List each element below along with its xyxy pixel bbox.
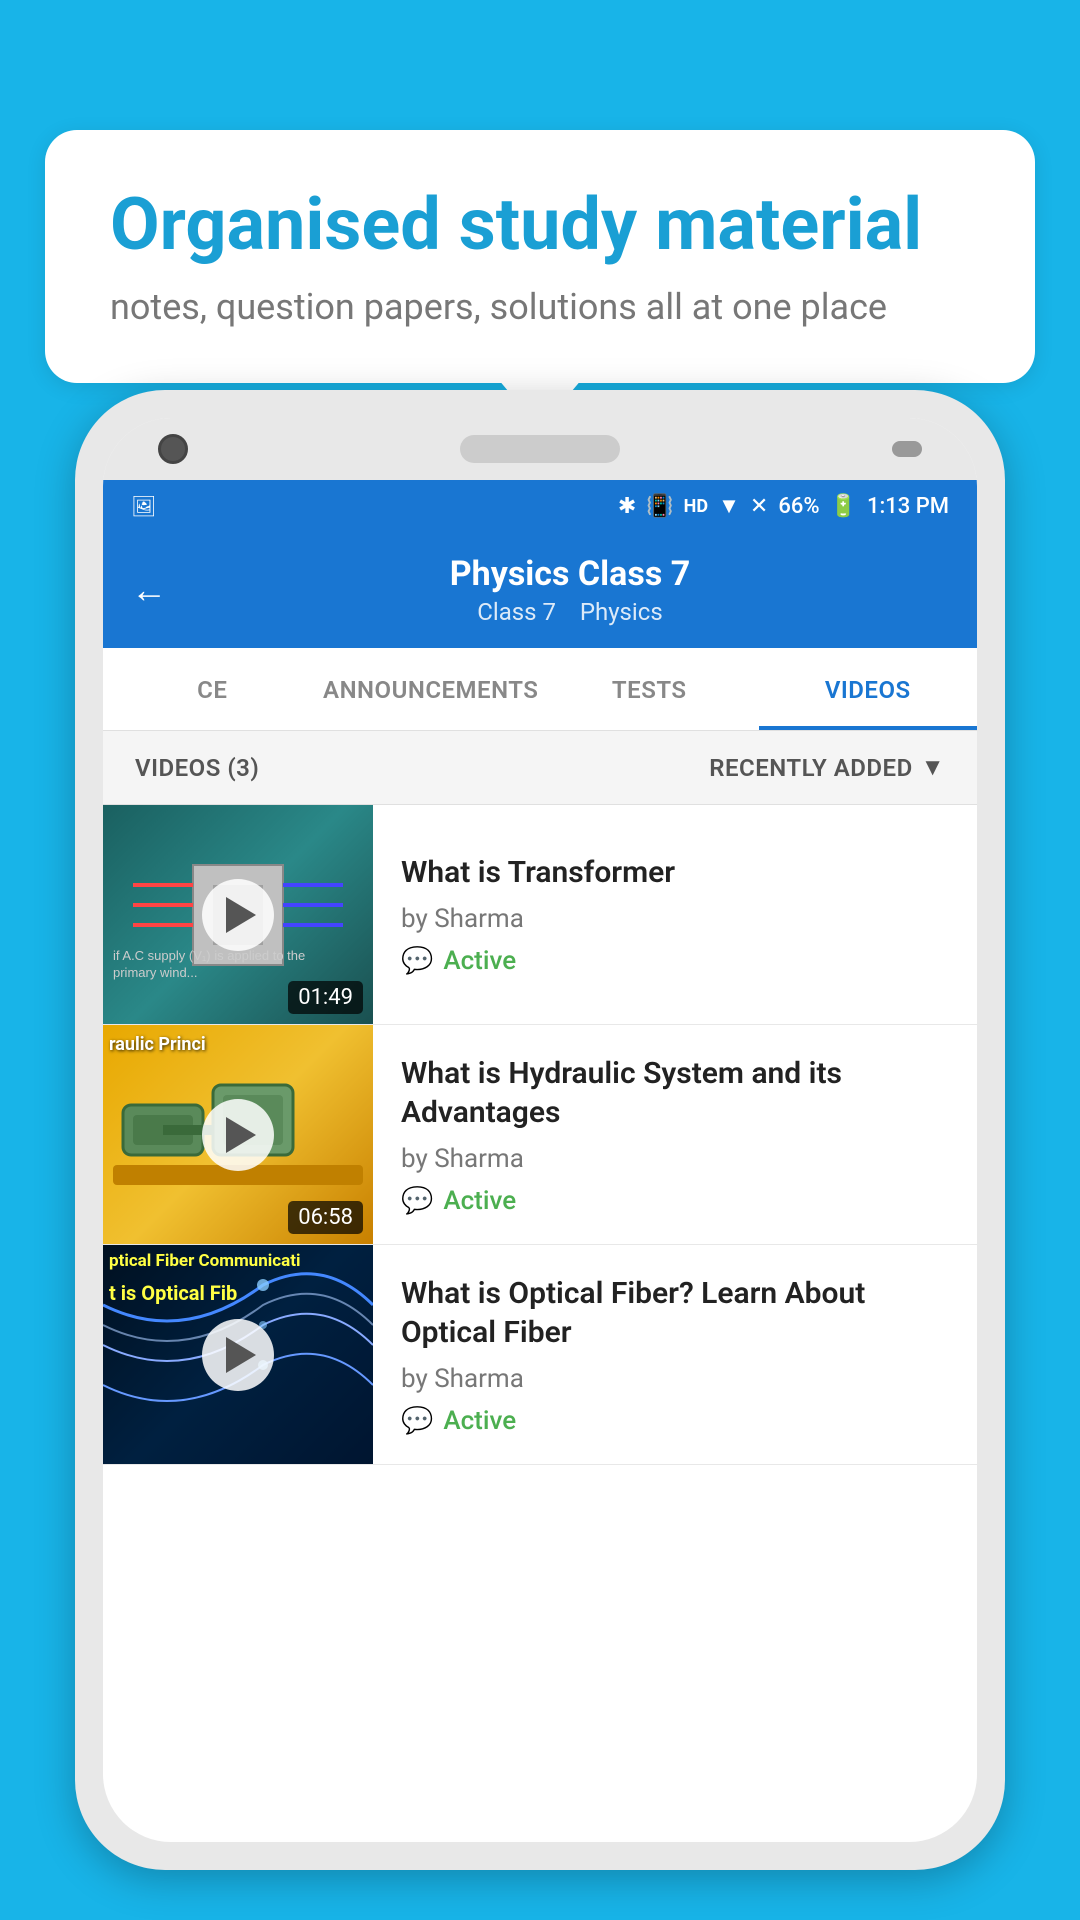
play-icon (226, 897, 256, 933)
video-title: What is Optical Fiber? Learn About Optic… (401, 1274, 949, 1352)
video-author: by Sharma (401, 1144, 949, 1174)
chat-icon: 💬 (401, 1186, 433, 1216)
video-title: What is Transformer (401, 853, 949, 892)
phone-frame: 🖼 ✱ 📳 HD ▼ ✕ 66% 🔋 1:13 PM ← Physics Cla… (75, 390, 1005, 1920)
toolbar-subtitle: Class 7 Physics (191, 598, 949, 626)
tab-announcements[interactable]: ANNOUNCEMENTS (322, 648, 541, 730)
notification-icon: 🖼 (131, 494, 156, 518)
play-icon (226, 1337, 256, 1373)
status-right: ✱ 📳 HD ▼ ✕ 66% 🔋 1:13 PM (618, 493, 949, 519)
play-button[interactable] (202, 1099, 274, 1171)
chevron-down-icon: ▼ (921, 753, 945, 782)
sensor (892, 441, 922, 457)
bubble-subtitle: notes, question papers, solutions all at… (110, 286, 970, 328)
video-item[interactable]: if A.C supply (V₁) is applied to the pri… (103, 805, 977, 1025)
duration-badge: 01:49 (288, 981, 363, 1014)
video-info: What is Hydraulic System and its Advanta… (373, 1025, 977, 1244)
status-bar: 🖼 ✱ 📳 HD ▼ ✕ 66% 🔋 1:13 PM (103, 480, 977, 532)
video-item[interactable]: ptical Fiber Communicati t is Optical Fi… (103, 1245, 977, 1465)
duration-badge: 06:58 (288, 1201, 363, 1234)
status-left: 🖼 (131, 494, 156, 518)
video-title: What is Hydraulic System and its Advanta… (401, 1054, 949, 1132)
video-info: What is Transformer by Sharma 💬 Active (373, 805, 977, 1024)
video-author: by Sharma (401, 904, 949, 934)
play-button[interactable] (202, 1319, 274, 1391)
sort-button[interactable]: RECENTLY ADDED ▼ (709, 753, 945, 782)
video-thumbnail: if A.C supply (V₁) is applied to the pri… (103, 805, 373, 1024)
play-icon (226, 1117, 256, 1153)
tab-tests[interactable]: TESTS (540, 648, 759, 730)
play-button[interactable] (202, 879, 274, 951)
tab-ce[interactable]: CE (103, 648, 322, 730)
bubble-title: Organised study material (110, 185, 970, 264)
clock: 1:13 PM (867, 494, 949, 519)
signal-icon: ✕ (750, 494, 768, 519)
video-info: What is Optical Fiber? Learn About Optic… (373, 1245, 977, 1464)
video-status: 💬 Active (401, 1186, 949, 1216)
chat-icon: 💬 (401, 946, 433, 976)
video-status: 💬 Active (401, 1406, 949, 1436)
chat-icon: 💬 (401, 1406, 433, 1436)
phone-top-bar (103, 418, 977, 480)
battery-text: 66% (778, 494, 819, 519)
back-button[interactable]: ← (131, 569, 167, 611)
bluetooth-icon: ✱ (618, 494, 636, 519)
video-count: VIDEOS (3) (135, 754, 259, 782)
toolbar-title: Physics Class 7 (191, 554, 949, 594)
vibrate-icon: 📳 (646, 494, 673, 519)
tab-videos[interactable]: VIDEOS (759, 648, 978, 730)
video-item[interactable]: raulic Princi 06:58 What is Hydraulic Sy… (103, 1025, 977, 1245)
camera (158, 434, 188, 464)
video-thumbnail: ptical Fiber Communicati t is Optical Fi… (103, 1245, 373, 1464)
speech-bubble: Organised study material notes, question… (45, 130, 1035, 383)
hd-badge: HD (684, 496, 708, 517)
app-toolbar: ← Physics Class 7 Class 7 Physics (103, 532, 977, 648)
wifi-icon: ▼ (718, 493, 740, 519)
speaker (460, 435, 620, 463)
tabs-bar: CE ANNOUNCEMENTS TESTS VIDEOS (103, 648, 977, 731)
video-status: 💬 Active (401, 946, 949, 976)
list-header: VIDEOS (3) RECENTLY ADDED ▼ (103, 731, 977, 805)
video-author: by Sharma (401, 1364, 949, 1394)
battery-icon: 🔋 (830, 494, 857, 519)
video-thumbnail: raulic Princi 06:58 (103, 1025, 373, 1244)
video-list: if A.C supply (V₁) is applied to the pri… (103, 805, 977, 1842)
